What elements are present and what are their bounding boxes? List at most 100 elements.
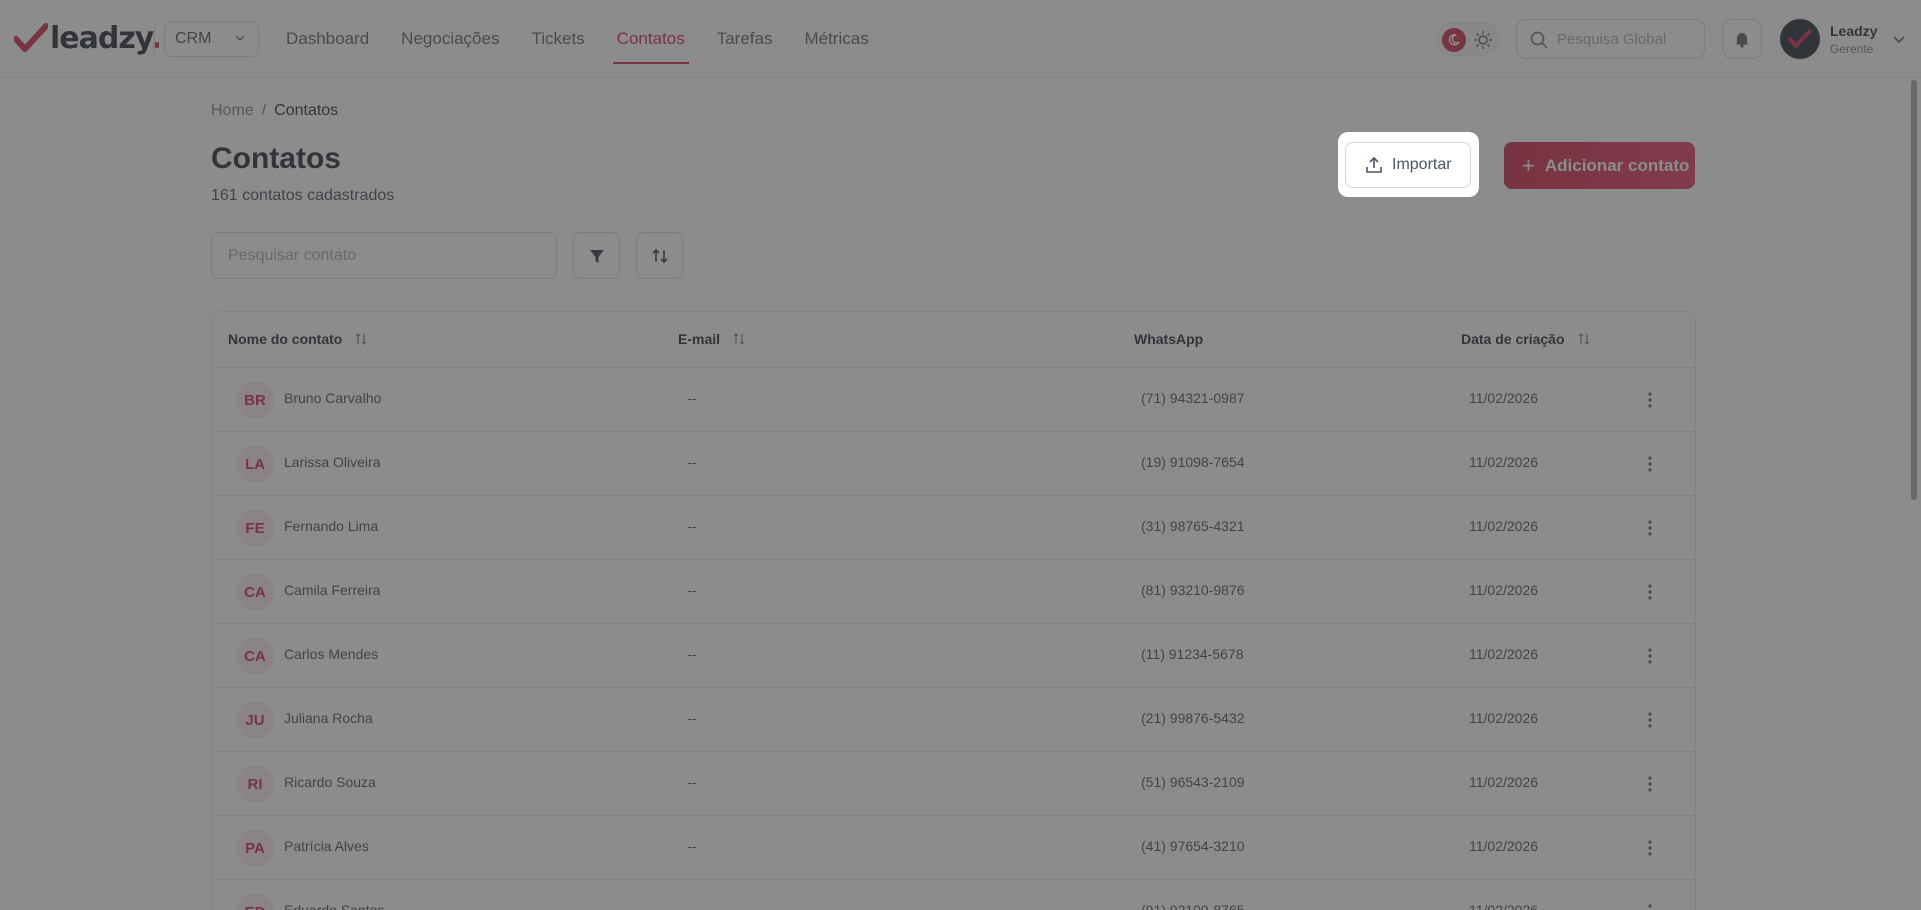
contact-email: -- bbox=[687, 902, 697, 910]
sort-icon bbox=[1578, 333, 1589, 345]
contact-name[interactable]: Carlos Mendes bbox=[284, 646, 378, 662]
contact-email: -- bbox=[687, 774, 697, 790]
scrollbar-thumb[interactable] bbox=[1911, 80, 1917, 500]
contact-whatsapp: (19) 91098-7654 bbox=[1141, 454, 1245, 470]
main-nav: Dashboard Negociações Tickets Contatos T… bbox=[270, 0, 885, 78]
table-row[interactable]: RI Ricardo Souza -- (51) 96543-2109 11/02/20… bbox=[212, 752, 1695, 816]
column-header-created[interactable]: Data de criação bbox=[1461, 331, 1591, 347]
breadcrumb-home[interactable]: Home bbox=[211, 102, 254, 120]
more-options-icon[interactable] bbox=[1640, 710, 1660, 730]
more-options-icon[interactable] bbox=[1640, 774, 1660, 794]
breadcrumb-separator: / bbox=[261, 102, 267, 119]
search-icon bbox=[1530, 31, 1548, 49]
logo-divider bbox=[154, 22, 155, 54]
contact-name[interactable]: Larissa Oliveira bbox=[284, 454, 380, 470]
column-header-email[interactable]: E-mail bbox=[678, 331, 746, 347]
contact-name[interactable]: Ricardo Souza bbox=[284, 774, 376, 790]
contact-email: -- bbox=[687, 710, 697, 726]
sort-button[interactable] bbox=[636, 232, 683, 279]
user-menu[interactable]: Leadzy Gerente bbox=[1780, 18, 1907, 60]
contact-name[interactable]: Eduardo Santos bbox=[284, 902, 384, 910]
contact-whatsapp: (81) 93210-9876 bbox=[1141, 582, 1245, 598]
moon-icon bbox=[1442, 28, 1466, 52]
table-row[interactable]: LA Larissa Oliveira -- (19) 91098-7654 11/02… bbox=[212, 432, 1695, 496]
table-row[interactable]: JU Juliana Rocha -- (21) 99876-5432 11/02/20… bbox=[212, 688, 1695, 752]
nav-tarefas[interactable]: Tarefas bbox=[701, 0, 789, 78]
global-search-placeholder: Pesquisa Global bbox=[1557, 30, 1667, 48]
table-row[interactable]: FE Fernando Lima -- (31) 98765-4321 11/02/20… bbox=[212, 496, 1695, 560]
contact-whatsapp: (51) 96543-2109 bbox=[1141, 774, 1245, 790]
contact-whatsapp: (11) 91234-5678 bbox=[1141, 646, 1244, 662]
contact-created-date: 11/02/2026 bbox=[1469, 838, 1539, 854]
chevron-down-icon bbox=[1893, 36, 1906, 44]
sort-icon bbox=[651, 248, 668, 263]
nav-negociacoes[interactable]: Negociações bbox=[385, 0, 515, 78]
contact-name[interactable]: Fernando Lima bbox=[284, 518, 378, 534]
global-search-input[interactable]: Pesquisa Global bbox=[1516, 19, 1705, 59]
column-header-name[interactable]: Nome do contato bbox=[228, 331, 368, 347]
contact-initials: ED bbox=[236, 893, 274, 910]
table-body: BR Bruno Carvalho -- (71) 94321-0987 11/02/2… bbox=[212, 368, 1695, 910]
contact-name[interactable]: Juliana Rocha bbox=[284, 710, 373, 726]
more-options-icon[interactable] bbox=[1640, 582, 1660, 602]
module-select-value: CRM bbox=[175, 30, 212, 47]
notifications-button[interactable] bbox=[1722, 19, 1762, 59]
contact-whatsapp: (41) 97654-3210 bbox=[1141, 838, 1245, 854]
table-row[interactable]: ED Eduardo Santos -- (91) 92109-8765 11/02/2… bbox=[212, 880, 1695, 910]
more-options-icon[interactable] bbox=[1640, 838, 1660, 858]
nav-metricas[interactable]: Métricas bbox=[788, 0, 884, 78]
table-row[interactable]: CA Carlos Mendes -- (11) 91234-5678 11/02/20… bbox=[212, 624, 1695, 688]
table-row[interactable]: BR Bruno Carvalho -- (71) 94321-0987 11/02/2… bbox=[212, 368, 1695, 432]
leadzy-logo[interactable]: leadzy. bbox=[14, 20, 162, 56]
nav-contatos[interactable]: Contatos bbox=[601, 0, 701, 78]
contact-name[interactable]: Patrícia Alves bbox=[284, 838, 369, 854]
more-options-icon[interactable] bbox=[1640, 518, 1660, 538]
more-options-icon[interactable] bbox=[1640, 902, 1660, 910]
contact-email: -- bbox=[687, 646, 697, 662]
column-header-whatsapp: WhatsApp bbox=[1134, 331, 1204, 347]
user-role: Gerente bbox=[1830, 41, 1874, 56]
contacts-table: Nome do contato E-mail WhatsApp Data de … bbox=[211, 311, 1696, 910]
page-title: Contatos bbox=[211, 142, 341, 175]
table-row[interactable]: PA Patrícia Alves -- (41) 97654-3210 11/02/2… bbox=[212, 816, 1695, 880]
more-options-icon[interactable] bbox=[1640, 390, 1660, 410]
logo-check-icon bbox=[14, 23, 48, 52]
nav-tickets[interactable]: Tickets bbox=[515, 0, 600, 78]
contacts-count: 161 contatos cadastrados bbox=[211, 187, 395, 204]
nav-dashboard[interactable]: Dashboard bbox=[270, 0, 385, 78]
user-info: Leadzy Gerente bbox=[1830, 23, 1877, 56]
add-contact-label: Adicionar contato bbox=[1544, 155, 1690, 175]
user-name: Leadzy bbox=[1830, 22, 1878, 39]
contact-whatsapp: (21) 99876-5432 bbox=[1141, 710, 1245, 726]
filter-button[interactable] bbox=[573, 232, 620, 279]
page-scrollbar[interactable] bbox=[1909, 80, 1919, 500]
breadcrumb-current: Contatos bbox=[274, 102, 339, 119]
contact-email: -- bbox=[687, 838, 697, 854]
module-select[interactable]: CRM bbox=[164, 21, 259, 57]
sun-icon bbox=[1474, 31, 1492, 49]
contact-initials: CA bbox=[236, 637, 274, 675]
theme-toggle[interactable] bbox=[1436, 22, 1500, 56]
table-header: Nome do contato E-mail WhatsApp Data de … bbox=[212, 312, 1695, 368]
contact-initials: BR bbox=[236, 381, 274, 419]
contact-search-input[interactable]: Pesquisar contato bbox=[211, 232, 557, 279]
upload-icon bbox=[1366, 156, 1382, 173]
contact-initials: PA bbox=[236, 829, 274, 867]
contact-initials: LA bbox=[236, 445, 274, 483]
contact-search-placeholder: Pesquisar contato bbox=[228, 246, 357, 264]
more-options-icon[interactable] bbox=[1640, 646, 1660, 666]
plus-icon: + bbox=[1522, 152, 1535, 178]
import-button[interactable]: Importar bbox=[1345, 142, 1471, 188]
more-options-icon[interactable] bbox=[1640, 454, 1660, 474]
import-highlight: Importar bbox=[1338, 132, 1479, 197]
contact-name[interactable]: Bruno Carvalho bbox=[284, 390, 381, 406]
contact-created-date: 11/02/2026 bbox=[1469, 902, 1539, 910]
table-row[interactable]: CA Camila Ferreira -- (81) 93210-9876 11/02/… bbox=[212, 560, 1695, 624]
filter-icon bbox=[589, 249, 604, 263]
add-contact-button[interactable]: + Adicionar contato bbox=[1504, 142, 1695, 189]
contact-initials: JU bbox=[236, 701, 274, 739]
contact-whatsapp: (31) 98765-4321 bbox=[1141, 518, 1245, 534]
contact-name[interactable]: Camila Ferreira bbox=[284, 582, 380, 598]
contact-created-date: 11/02/2026 bbox=[1469, 774, 1539, 790]
avatar bbox=[1780, 19, 1820, 59]
